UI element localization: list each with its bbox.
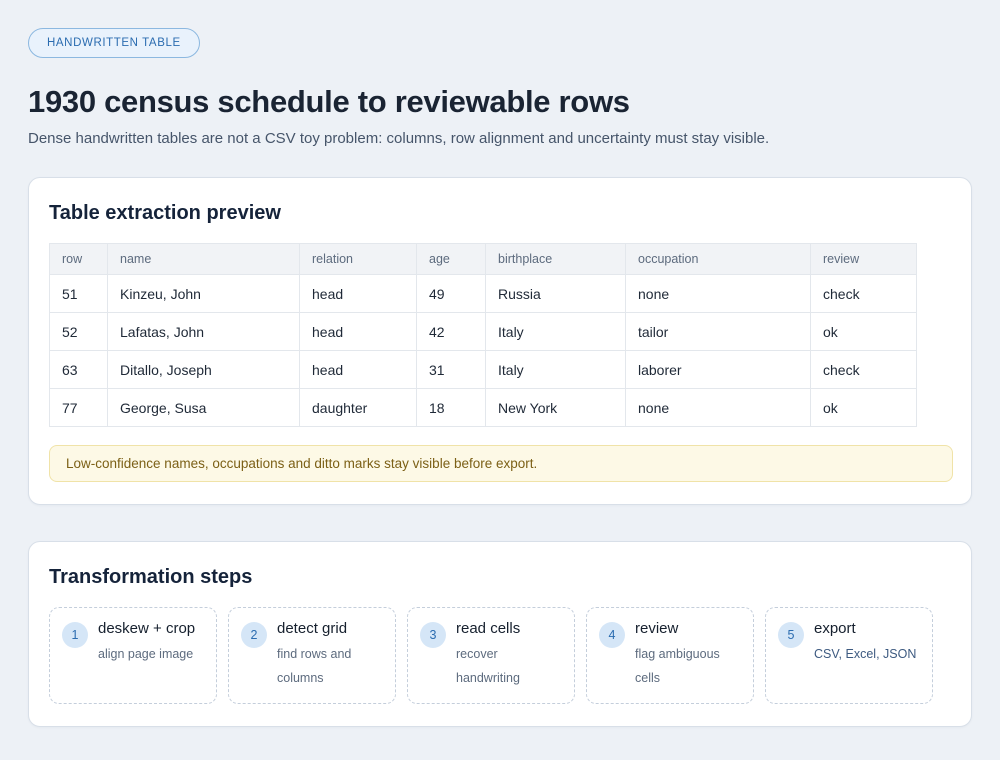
name-cell: Lafatas, John xyxy=(108,313,300,351)
step-number-badge: 5 xyxy=(778,622,804,648)
step-export: 5 export CSV, Excel, JSON xyxy=(765,607,933,704)
occupation-cell: laborer xyxy=(626,351,811,389)
age-cell: 49 xyxy=(417,275,486,313)
age-cell: 18 xyxy=(417,389,486,427)
birthplace-cell: Italy xyxy=(486,351,626,389)
handwritten-table-badge: HANDWRITTEN TABLE xyxy=(28,28,200,58)
age-cell: 31 xyxy=(417,351,486,389)
age-cell: 42 xyxy=(417,313,486,351)
occupation-cell: none xyxy=(626,389,811,427)
relation-cell: head xyxy=(300,313,417,351)
column-header-birthplace: birthplace xyxy=(486,244,626,275)
review-cell: ok xyxy=(811,389,917,427)
review-cell: check xyxy=(811,275,917,313)
row-number-cell: 52 xyxy=(50,313,108,351)
step-description: flag ambiguous cells xyxy=(635,643,741,691)
table-row: 63 Ditallo, Joseph head 31 Italy laborer… xyxy=(50,351,917,389)
row-number-cell: 77 xyxy=(50,389,108,427)
step-deskew-crop: 1 deskew + crop align page image xyxy=(49,607,217,704)
table-header-row: row name relation age birthplace occupat… xyxy=(50,244,917,275)
step-description: align page image xyxy=(98,643,195,667)
step-detect-grid: 2 detect grid find rows and columns xyxy=(228,607,396,704)
table-row: 77 George, Susa daughter 18 New York non… xyxy=(50,389,917,427)
column-header-age: age xyxy=(417,244,486,275)
column-header-occupation: occupation xyxy=(626,244,811,275)
step-read-cells: 3 read cells recover handwriting xyxy=(407,607,575,704)
page-subtitle: Dense handwritten tables are not a CSV t… xyxy=(28,130,972,147)
step-number-badge: 1 xyxy=(62,622,88,648)
step-review: 4 review flag ambiguous cells xyxy=(586,607,754,704)
low-confidence-notice: Low-confidence names, occupations and di… xyxy=(49,445,953,482)
column-header-review: review xyxy=(811,244,917,275)
column-header-name: name xyxy=(108,244,300,275)
step-description: CSV, Excel, JSON xyxy=(814,643,916,667)
step-title: review xyxy=(635,620,741,637)
step-title: read cells xyxy=(456,620,562,637)
step-description: find rows and columns xyxy=(277,643,383,691)
column-header-row: row xyxy=(50,244,108,275)
page-title: 1930 census schedule to reviewable rows xyxy=(28,84,972,120)
row-number-cell: 51 xyxy=(50,275,108,313)
birthplace-cell: Italy xyxy=(486,313,626,351)
step-number-badge: 4 xyxy=(599,622,625,648)
relation-cell: daughter xyxy=(300,389,417,427)
name-cell: Ditallo, Joseph xyxy=(108,351,300,389)
name-cell: Kinzeu, John xyxy=(108,275,300,313)
table-extraction-heading: Table extraction preview xyxy=(49,202,953,225)
relation-cell: head xyxy=(300,275,417,313)
birthplace-cell: New York xyxy=(486,389,626,427)
step-title: export xyxy=(814,620,916,637)
review-cell: ok xyxy=(811,313,917,351)
occupation-cell: tailor xyxy=(626,313,811,351)
extraction-table: row name relation age birthplace occupat… xyxy=(49,243,917,427)
page: HANDWRITTEN TABLE 1930 census schedule t… xyxy=(0,0,1000,755)
table-extraction-card: Table extraction preview row name relati… xyxy=(28,177,972,505)
birthplace-cell: Russia xyxy=(486,275,626,313)
table-row: 52 Lafatas, John head 42 Italy tailor ok xyxy=(50,313,917,351)
table-row: 51 Kinzeu, John head 49 Russia none chec… xyxy=(50,275,917,313)
relation-cell: head xyxy=(300,351,417,389)
name-cell: George, Susa xyxy=(108,389,300,427)
transformation-steps-card: Transformation steps 1 deskew + crop ali… xyxy=(28,541,972,727)
step-description: recover handwriting xyxy=(456,643,562,691)
review-cell: check xyxy=(811,351,917,389)
step-number-badge: 3 xyxy=(420,622,446,648)
occupation-cell: none xyxy=(626,275,811,313)
row-number-cell: 63 xyxy=(50,351,108,389)
transformation-steps-heading: Transformation steps xyxy=(49,566,953,589)
steps-list: 1 deskew + crop align page image 2 detec… xyxy=(49,607,953,704)
step-title: detect grid xyxy=(277,620,383,637)
step-number-badge: 2 xyxy=(241,622,267,648)
step-title: deskew + crop xyxy=(98,620,195,637)
column-header-relation: relation xyxy=(300,244,417,275)
